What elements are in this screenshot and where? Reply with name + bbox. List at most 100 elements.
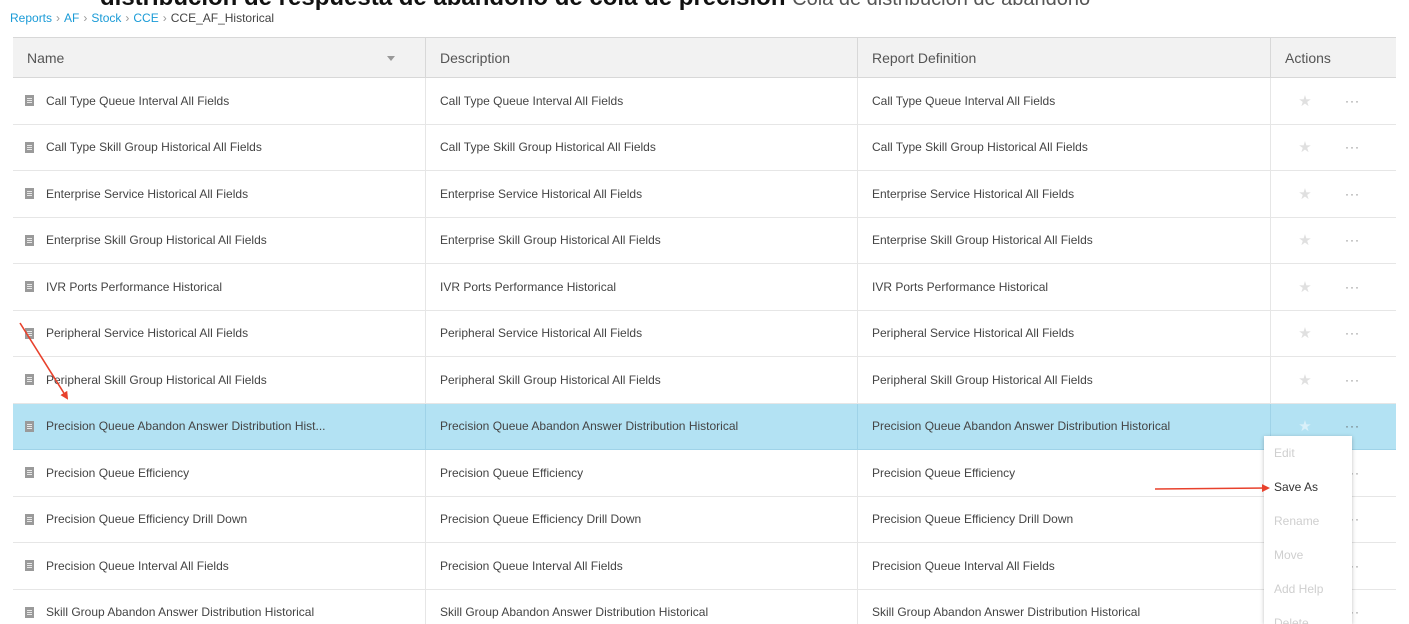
star-icon[interactable]: ★ xyxy=(1295,371,1315,389)
more-options-icon[interactable]: ··· xyxy=(1345,280,1360,294)
cell-report-definition: Peripheral Service Historical All Fields xyxy=(858,310,1271,356)
cell-name[interactable]: Skill Group Abandon Answer Distribution … xyxy=(13,589,426,624)
cell-description: Precision Queue Efficiency Drill Down xyxy=(426,496,858,542)
table-row[interactable]: Enterprise Service Historical All Fields… xyxy=(13,171,1396,218)
table-row[interactable]: Peripheral Skill Group Historical All Fi… xyxy=(13,357,1396,404)
more-options-icon[interactable]: ··· xyxy=(1345,94,1360,108)
star-icon[interactable]: ★ xyxy=(1295,231,1315,249)
star-icon[interactable]: ★ xyxy=(1295,185,1315,203)
cell-actions: ★ ··· xyxy=(1271,171,1396,217)
report-icon xyxy=(25,327,34,339)
report-name[interactable]: Call Type Queue Interval All Fields xyxy=(46,94,229,108)
report-name[interactable]: Precision Queue Efficiency xyxy=(46,466,189,480)
menu-item-move[interactable]: Move xyxy=(1264,538,1352,572)
column-header-actions: Actions xyxy=(1271,38,1396,78)
table-row[interactable]: Precision Queue Efficiency Drill Down Pre… xyxy=(13,496,1396,543)
more-options-icon[interactable]: ··· xyxy=(1345,140,1360,154)
column-header-name-label: Name xyxy=(27,50,65,66)
more-options-icon[interactable]: ··· xyxy=(1345,373,1360,387)
breadcrumb-af[interactable]: AF xyxy=(64,11,79,25)
sort-down-icon[interactable] xyxy=(387,56,395,61)
cell-actions: ★ ··· xyxy=(1271,78,1396,124)
star-icon[interactable]: ★ xyxy=(1295,278,1315,296)
more-options-icon[interactable]: ··· xyxy=(1345,326,1360,340)
cell-description: IVR Ports Performance Historical xyxy=(426,264,858,310)
cell-report-definition: Enterprise Service Historical All Fields xyxy=(858,171,1271,217)
cell-report-definition: Precision Queue Interval All Fields xyxy=(858,543,1271,589)
cell-name[interactable]: Precision Queue Interval All Fields xyxy=(13,543,426,589)
star-icon[interactable]: ★ xyxy=(1295,92,1315,110)
report-name[interactable]: Peripheral Skill Group Historical All Fi… xyxy=(46,373,267,387)
breadcrumb-reports[interactable]: Reports xyxy=(10,11,52,25)
more-options-icon[interactable]: ··· xyxy=(1345,233,1360,247)
cell-name[interactable]: Call Type Skill Group Historical All Fie… xyxy=(13,124,426,170)
report-description: Precision Queue Efficiency Drill Down xyxy=(440,512,642,527)
table-row[interactable]: Precision Queue Efficiency Precision Queu… xyxy=(13,450,1396,497)
report-name[interactable]: Enterprise Service Historical All Fields xyxy=(46,187,248,201)
report-description: Call Type Queue Interval All Fields xyxy=(440,93,624,108)
more-options-icon[interactable]: ··· xyxy=(1345,419,1360,433)
report-description: Precision Queue Efficiency xyxy=(440,465,584,480)
table-row[interactable]: Enterprise Skill Group Historical All Fi… xyxy=(13,217,1396,264)
table-row[interactable]: Skill Group Abandon Answer Distribution … xyxy=(13,589,1396,624)
report-icon xyxy=(25,141,34,153)
star-icon[interactable]: ★ xyxy=(1295,138,1315,156)
cell-actions: ★ ··· xyxy=(1271,218,1396,264)
star-icon[interactable]: ★ xyxy=(1295,417,1315,435)
cell-description: Precision Queue Abandon Answer Distribut… xyxy=(426,403,858,449)
report-name[interactable]: Skill Group Abandon Answer Distribution … xyxy=(46,605,314,619)
report-name[interactable]: Precision Queue Efficiency Drill Down xyxy=(46,512,247,526)
more-options-icon[interactable]: ··· xyxy=(1345,187,1360,201)
report-definition: Enterprise Skill Group Historical All Fi… xyxy=(872,233,1093,248)
breadcrumb-stock[interactable]: Stock xyxy=(91,11,121,25)
menu-item-add-help[interactable]: Add Help xyxy=(1264,572,1352,606)
report-definition: Call Type Skill Group Historical All Fie… xyxy=(872,140,1088,155)
report-definition: Precision Queue Interval All Fields xyxy=(872,558,1055,573)
cell-name[interactable]: Precision Queue Efficiency Drill Down xyxy=(13,496,426,542)
report-name[interactable]: Precision Queue Interval All Fields xyxy=(46,559,229,573)
report-icon xyxy=(25,281,34,293)
report-icon xyxy=(25,95,34,107)
report-name[interactable]: Precision Queue Abandon Answer Distribut… xyxy=(46,419,325,433)
row-actions-menu: Edit Save As Rename Move Add Help Delete xyxy=(1264,436,1352,624)
cell-name[interactable]: Peripheral Service Historical All Fields xyxy=(13,310,426,356)
table-row[interactable]: Precision Queue Interval All Fields Preci… xyxy=(13,543,1396,590)
report-name[interactable]: Enterprise Skill Group Historical All Fi… xyxy=(46,233,267,247)
table-row[interactable]: IVR Ports Performance Historical IVR Port… xyxy=(13,264,1396,311)
cell-actions: ★ ··· xyxy=(1271,125,1396,171)
cell-name[interactable]: Peripheral Skill Group Historical All Fi… xyxy=(13,357,426,403)
cell-report-definition: Enterprise Skill Group Historical All Fi… xyxy=(858,217,1271,263)
column-header-report-definition[interactable]: Report Definition xyxy=(858,38,1271,78)
column-header-actions-label: Actions xyxy=(1285,50,1331,66)
cell-name[interactable]: IVR Ports Performance Historical xyxy=(13,264,426,310)
cell-name[interactable]: Precision Queue Efficiency xyxy=(13,450,426,496)
report-definition: IVR Ports Performance Historical xyxy=(872,279,1049,294)
page-title-rest: Cola de distribución de abandono xyxy=(792,0,1090,10)
report-name[interactable]: IVR Ports Performance Historical xyxy=(46,280,222,294)
cell-name[interactable]: Enterprise Skill Group Historical All Fi… xyxy=(13,217,426,263)
report-description: Precision Queue Interval All Fields xyxy=(440,558,623,573)
menu-item-rename[interactable]: Rename xyxy=(1264,504,1352,538)
report-icon xyxy=(25,234,34,246)
cell-report-definition: Precision Queue Abandon Answer Distribut… xyxy=(858,403,1271,449)
table-row[interactable]: Call Type Queue Interval All Fields Call … xyxy=(13,78,1396,125)
column-header-description[interactable]: Description xyxy=(426,38,858,78)
menu-item-save-as[interactable]: Save As xyxy=(1264,470,1352,504)
table-row[interactable]: Precision Queue Abandon Answer Distribut… xyxy=(13,403,1396,450)
breadcrumb-cce[interactable]: CCE xyxy=(133,11,158,25)
table-row[interactable]: Peripheral Service Historical All Fields… xyxy=(13,310,1396,357)
cell-name[interactable]: Call Type Queue Interval All Fields xyxy=(13,78,426,124)
report-name[interactable]: Call Type Skill Group Historical All Fie… xyxy=(46,140,262,154)
table-row[interactable]: Call Type Skill Group Historical All Fie… xyxy=(13,124,1396,171)
report-icon xyxy=(25,467,34,479)
report-name[interactable]: Peripheral Service Historical All Fields xyxy=(46,326,248,340)
star-icon[interactable]: ★ xyxy=(1295,324,1315,342)
column-header-name[interactable]: Name xyxy=(13,38,426,78)
menu-item-edit[interactable]: Edit xyxy=(1264,436,1352,470)
cell-name[interactable]: Precision Queue Abandon Answer Distribut… xyxy=(13,403,426,449)
menu-item-delete[interactable]: Delete xyxy=(1264,606,1352,624)
report-definition: Peripheral Service Historical All Fields xyxy=(872,326,1075,341)
cell-name[interactable]: Enterprise Service Historical All Fields xyxy=(13,171,426,217)
report-icon xyxy=(25,560,34,572)
report-definition: Skill Group Abandon Answer Distribution … xyxy=(872,605,1141,620)
